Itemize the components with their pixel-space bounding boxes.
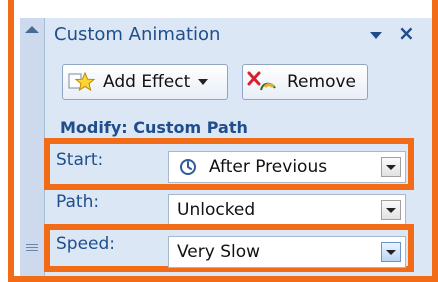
add-effect-label: Add Effect — [103, 72, 191, 92]
add-effect-star-icon — [68, 71, 96, 92]
dropdown-arrow-icon[interactable] — [381, 242, 401, 262]
start-dropdown[interactable]: After Previous — [168, 151, 406, 183]
modify-section-label: Modify: Custom Path — [60, 118, 248, 137]
speed-label: Speed: — [56, 234, 116, 254]
chevron-down-icon — [198, 79, 209, 85]
add-effect-button[interactable]: Add Effect — [62, 64, 228, 100]
start-label: Start: — [56, 150, 104, 170]
close-icon[interactable]: × — [398, 23, 415, 43]
dropdown-arrow-icon[interactable] — [381, 200, 401, 220]
speed-dropdown[interactable]: Very Slow — [168, 236, 406, 268]
dropdown-arrow-icon[interactable] — [381, 157, 401, 177]
remove-x-icon — [247, 71, 276, 91]
clock-icon — [180, 159, 196, 175]
pane-title: Custom Animation — [54, 24, 221, 45]
speed-value: Very Slow — [177, 242, 261, 262]
path-label: Path: — [56, 192, 100, 212]
remove-label: Remove — [287, 72, 356, 92]
pane-menu-dropdown-icon[interactable] — [370, 32, 382, 39]
start-value: After Previous — [209, 157, 328, 177]
path-dropdown[interactable]: Unlocked — [168, 194, 406, 226]
remove-button[interactable]: Remove — [242, 64, 368, 100]
path-value: Unlocked — [177, 200, 256, 220]
